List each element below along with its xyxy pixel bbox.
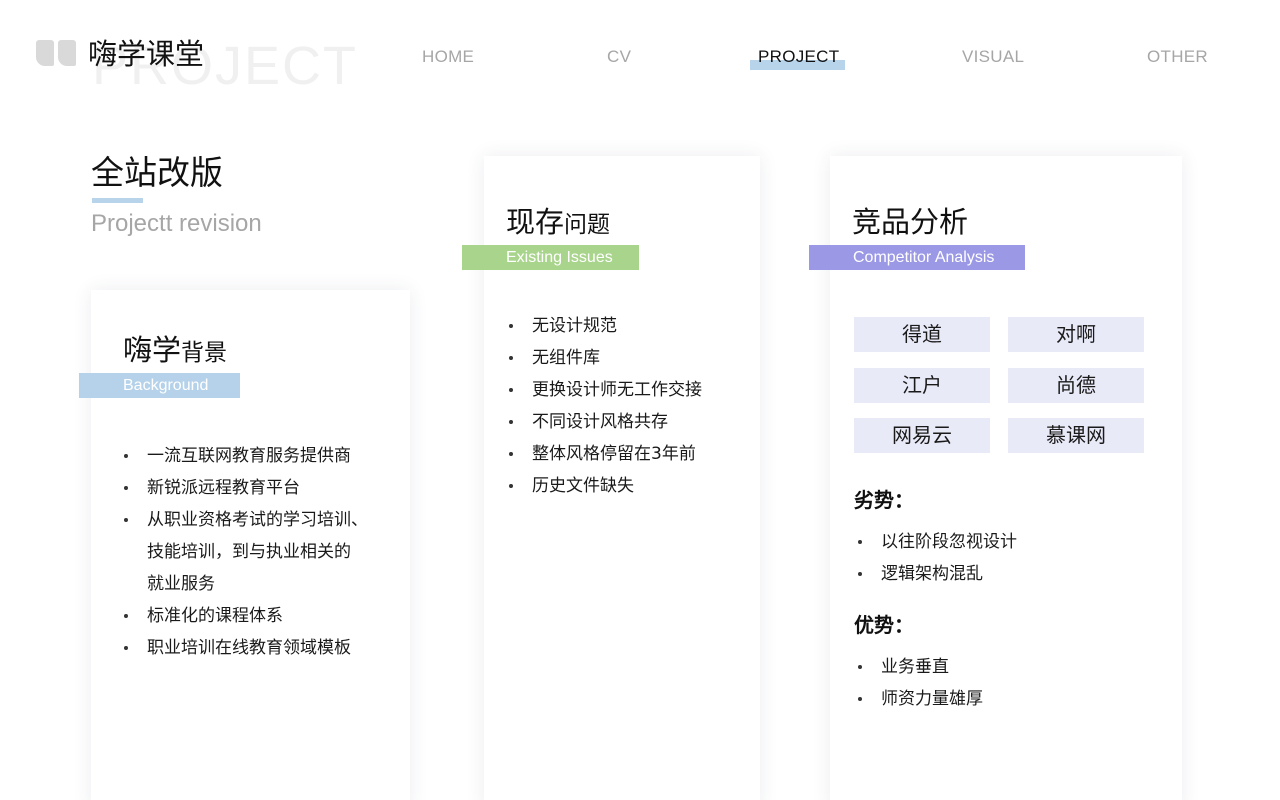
- issues-tag: Existing Issues: [462, 245, 639, 270]
- issues-title-small: 问题: [564, 212, 611, 238]
- list-item: 业务垂直: [857, 651, 983, 683]
- background-card-title: 嗨学背景: [123, 330, 227, 373]
- section-subtitle: Projectt revision: [91, 210, 262, 237]
- background-title-main: 嗨学: [123, 333, 182, 367]
- competitor-chip[interactable]: 对啊: [1008, 317, 1144, 352]
- competitor-chip[interactable]: 网易云: [854, 418, 990, 453]
- background-list: 一流互联网教育服务提供商 新锐派远程教育平台 从职业资格考试的学习培训、 技能培…: [123, 440, 368, 664]
- list-item: 历史文件缺失: [508, 470, 702, 502]
- strength-label: 优势：: [854, 613, 914, 637]
- background-tag: Background: [79, 373, 240, 398]
- competitor-chip[interactable]: 尚德: [1008, 368, 1144, 403]
- issues-list: 无设计规范 无组件库 更换设计师无工作交接 不同设计风格共存 整体风格停留在3年…: [508, 310, 702, 502]
- list-item: 以往阶段忽视设计: [857, 526, 1017, 558]
- competitor-card-title: 竞品分析: [852, 205, 969, 239]
- top-nav: HOME CV PROJECT VISUAL OTHER: [0, 46, 1280, 76]
- list-item: 不同设计风格共存: [508, 406, 702, 438]
- competitor-tag: Competitor Analysis: [809, 245, 1025, 270]
- list-item: 师资力量雄厚: [857, 683, 983, 715]
- list-item: 职业培训在线教育领域模板: [123, 632, 368, 664]
- competitor-chip[interactable]: 慕课网: [1008, 418, 1144, 453]
- issues-card-title: 现存问题: [506, 202, 610, 245]
- strength-list: 业务垂直 师资力量雄厚: [857, 651, 983, 715]
- section-title: 全站改版: [91, 153, 223, 192]
- weakness-list: 以往阶段忽视设计 逻辑架构混乱: [857, 526, 1017, 590]
- list-item: 新锐派远程教育平台: [123, 472, 368, 504]
- competitor-chip[interactable]: 得道: [854, 317, 990, 352]
- nav-item-home[interactable]: HOME: [422, 46, 474, 68]
- list-item-continuation: 技能培训，到与执业相关的: [147, 542, 351, 562]
- list-item: 一流互联网教育服务提供商: [123, 440, 368, 472]
- list-item: 更换设计师无工作交接: [508, 374, 702, 406]
- list-item: 无设计规范: [508, 310, 702, 342]
- nav-item-cv[interactable]: CV: [607, 46, 631, 68]
- competitor-chip[interactable]: 江户: [854, 368, 990, 403]
- nav-item-project[interactable]: PROJECT: [758, 46, 839, 68]
- list-item: 整体风格停留在3年前: [508, 438, 702, 470]
- list-item: 从职业资格考试的学习培训、: [123, 504, 368, 536]
- list-item: 无组件库: [508, 342, 702, 374]
- list-item-continuation: 就业服务: [147, 574, 215, 594]
- list-item: 逻辑架构混乱: [857, 558, 1017, 590]
- weakness-label: 劣势：: [854, 488, 914, 512]
- section-title-bar: [92, 198, 143, 203]
- nav-item-other[interactable]: OTHER: [1147, 46, 1208, 68]
- nav-item-visual[interactable]: VISUAL: [962, 46, 1024, 68]
- list-item: 标准化的课程体系: [123, 600, 368, 632]
- issues-title-main: 现存: [506, 205, 565, 239]
- background-title-small: 背景: [181, 340, 228, 366]
- competitor-grid: 得道 对啊 江户 尚德 网易云 慕课网: [854, 317, 1144, 453]
